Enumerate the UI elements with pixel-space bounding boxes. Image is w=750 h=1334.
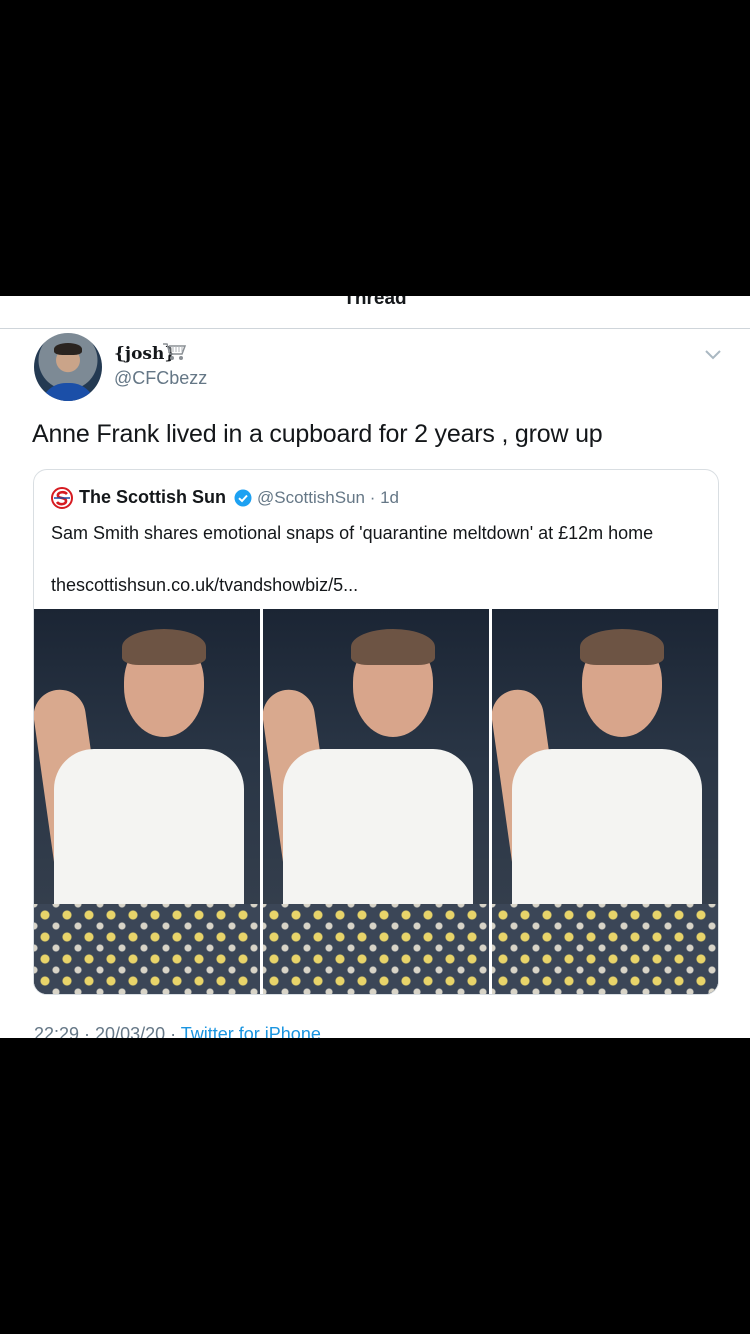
photo-hair [122,629,206,665]
quoted-author-name[interactable]: The Scottish Sun [79,487,226,508]
photo-1[interactable] [34,609,260,994]
source-link[interactable]: Twitter for iPhone [181,1024,321,1038]
photo-hair [351,629,435,665]
avatar-hair [54,343,82,355]
nav-divider [0,328,750,329]
chevron-down-icon[interactable] [704,348,722,360]
photo-pants [492,904,718,994]
photo-shirt [54,749,244,919]
photo-hair [580,629,664,665]
timestamp-time: 22:29 · 20/03/20 · [34,1024,181,1038]
photo-shirt [512,749,702,919]
photo-grid [34,609,718,994]
avatar-shirt [40,383,96,401]
tweet-timestamp: 22:29 · 20/03/20 · Twitter for iPhone [34,1024,321,1038]
avatar[interactable] [34,333,102,401]
tweet-text: Anne Frank lived in a cupboard for 2 yea… [32,420,603,448]
handle[interactable]: @CFCbezz [114,368,207,389]
verified-badge-icon [234,489,252,507]
thread-screenshot-crop: Thread {josh} @CFCbezz Anne Frank lived … [0,296,750,1038]
photo-pants [34,904,260,994]
photo-3[interactable] [492,609,718,994]
scottish-sun-logo-icon [51,487,73,509]
quoted-handle-time[interactable]: @ScottishSun · 1d [257,488,399,508]
photo-2[interactable] [263,609,489,994]
quoted-tweet-card[interactable]: The Scottish Sun @ScottishSun · 1d Sam S… [33,469,719,995]
nav-title: Thread [343,296,407,309]
photo-shirt [283,749,473,919]
quoted-headline: Sam Smith shares emotional snaps of 'qua… [51,523,654,543]
quoted-link[interactable]: thescottishsun.co.uk/tvandshowbiz/5... [51,575,358,596]
shopping-cart-icon [163,343,187,360]
photo-pants [263,904,489,994]
